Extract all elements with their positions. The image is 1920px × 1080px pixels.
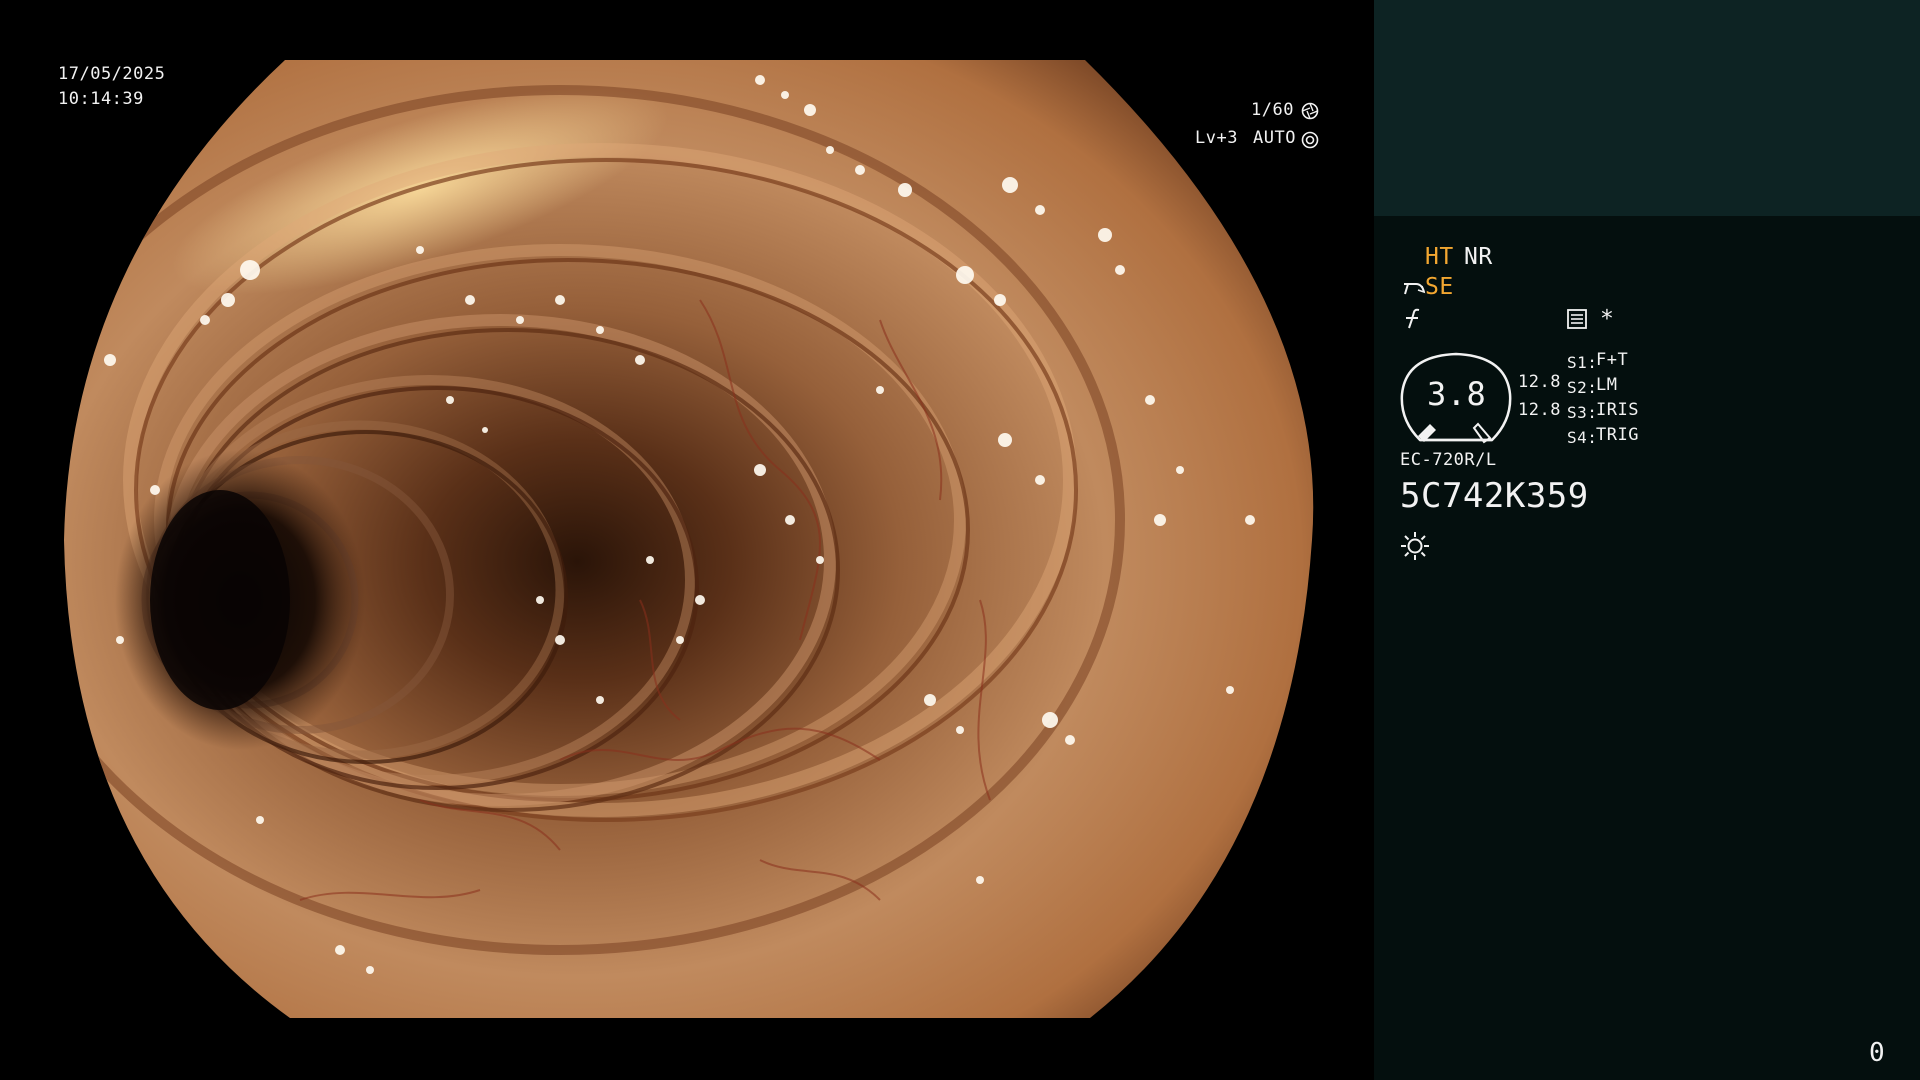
switch-key: S4:	[1567, 428, 1598, 447]
switch-value: F+T	[1596, 350, 1629, 370]
mode-se: SE	[1425, 274, 1454, 300]
mode-nr: NR	[1464, 244, 1493, 270]
scope-model: EC-720R/L	[1400, 450, 1497, 470]
mode-ht: HT	[1425, 244, 1454, 270]
switch-value: IRIS	[1596, 400, 1639, 420]
readout-2: 12.8	[1518, 400, 1561, 420]
readout-1: 12.8	[1518, 372, 1561, 392]
exam-date: 17/05/2025	[58, 64, 166, 84]
switch-key: S2:	[1567, 378, 1598, 397]
shutter-speed: 1/60	[1251, 100, 1294, 120]
gauge-value: 3.8	[1427, 375, 1487, 413]
scope-serial: 5C742K359	[1400, 476, 1589, 516]
switch-value: TRIG	[1596, 425, 1639, 445]
endoscopy-monitor: 17/05/2025 10:14:39 1/60 Lv+3 AUTO HT NR…	[0, 0, 1920, 1080]
freeze-icon	[1406, 308, 1420, 329]
colon-lumen-image	[64, 60, 1314, 1018]
panel-header-area	[1374, 0, 1920, 216]
endoscope-image	[0, 0, 1374, 1080]
shutter-icon	[1301, 102, 1319, 120]
auto-iris-icon	[1301, 131, 1319, 149]
exposure-level: Lv+3	[1195, 128, 1238, 148]
switch-key: S3:	[1567, 403, 1598, 422]
asterisk-indicator: *	[1600, 306, 1615, 332]
switch-value: LM	[1596, 375, 1618, 395]
image-counter: 0	[1869, 1038, 1886, 1068]
menu-list-icon	[1567, 309, 1587, 329]
switch-key: S1:	[1567, 353, 1598, 372]
exposure-mode: AUTO	[1253, 128, 1296, 148]
status-panel: HT NR SE * 3.8 12.8 12.8 S1: F+T S2: LM …	[1374, 0, 1920, 1080]
exam-time: 10:14:39	[58, 89, 144, 109]
light-icon	[1401, 532, 1429, 560]
scope-bend-icon	[1404, 283, 1426, 295]
